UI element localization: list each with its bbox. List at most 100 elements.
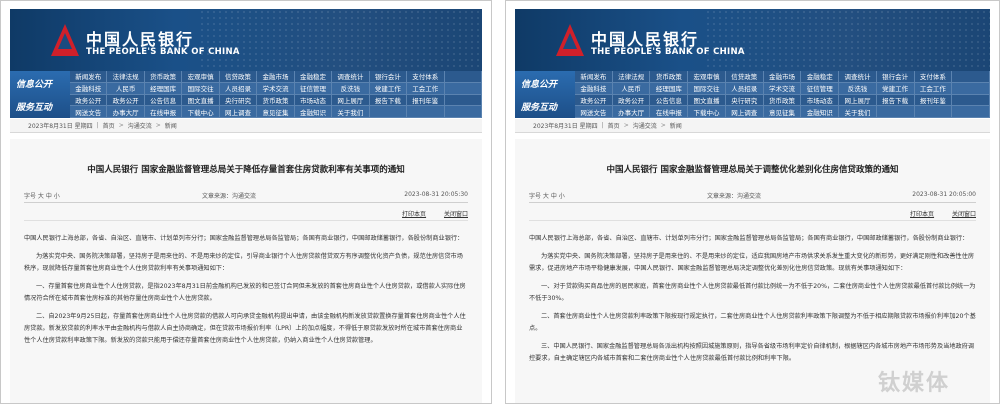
nav-link[interactable]: 货币政策 [257, 94, 295, 107]
nav-link[interactable]: 人员招录 [725, 82, 764, 95]
nav-link[interactable]: 金融科技 [70, 82, 108, 95]
breadcrumb-current[interactable]: 新闻 [165, 121, 177, 130]
tmtpost-watermark: 钛媒体 [877, 371, 950, 396]
nav-link[interactable]: 网送文告 [575, 106, 613, 118]
article-paragraph: 一、存量首套住房商业性个人住房贷款，是指2023年8月31日前金融机构已发放的和… [24, 283, 466, 302]
nav-link[interactable]: 人民币 [107, 82, 145, 95]
breadcrumb-current[interactable]: 新闻 [670, 121, 682, 130]
nav-spacer [876, 106, 915, 118]
nav-link[interactable]: 信贷政策 [219, 71, 258, 83]
nav-link[interactable]: 政务公开 [70, 94, 108, 107]
close-window-link[interactable]: 关闭窗口 [444, 211, 468, 218]
nav-link[interactable]: 反洗钱 [332, 82, 370, 95]
article-body: 中国人民银行上海总部，各省、自治区、直辖市、计划单列市分行；国家金融监督管理总局… [24, 233, 468, 353]
nav-link[interactable]: 网上展厅 [332, 94, 370, 107]
nav-link[interactable]: 国际交往 [688, 82, 726, 95]
pboc-logo[interactable]: 中国人民银行 THE PEOPLE'S BANK OF CHINA [555, 23, 855, 63]
nav-link[interactable]: 图文直播 [182, 94, 220, 107]
nav-link[interactable]: 宏观审慎 [182, 71, 220, 83]
nav-link[interactable]: 调查统计 [332, 71, 370, 83]
nav-link[interactable]: 央行研究 [725, 94, 764, 107]
nav-link[interactable]: 银行会计 [369, 71, 408, 83]
nav-link[interactable]: 网上展厅 [839, 94, 877, 107]
nav-link[interactable]: 办事大厅 [107, 106, 145, 118]
nav-link[interactable]: 货币政策 [763, 94, 802, 107]
nav-link[interactable]: 党建工作 [369, 82, 408, 95]
nav-link[interactable]: 经理国库 [650, 82, 689, 95]
nav-link[interactable]: 征信管理 [294, 82, 333, 95]
nav-side-label-info[interactable]: 信息公开 [521, 77, 557, 90]
print-page-link[interactable]: 打印本页 [402, 211, 426, 218]
nav-link[interactable]: 金融知识 [801, 106, 840, 118]
nav-link[interactable]: 货币政策 [144, 71, 183, 83]
nav-link[interactable]: 信贷政策 [725, 71, 764, 83]
breadcrumb-home[interactable]: 首页 [608, 121, 620, 130]
nav-link[interactable]: 报刊年鉴 [407, 94, 445, 107]
nav-link[interactable]: 工会工作 [407, 82, 445, 95]
nav-link[interactable]: 金融市场 [763, 71, 802, 83]
nav-link[interactable]: 关于我们 [839, 106, 877, 118]
nav-link[interactable]: 人民币 [612, 82, 651, 95]
nav-link[interactable]: 网上调查 [725, 106, 764, 118]
nav-link[interactable]: 新闻发布 [575, 71, 613, 83]
nav-link[interactable]: 金融稳定 [801, 71, 840, 83]
nav-link[interactable]: 学术交流 [257, 82, 295, 95]
nav-link[interactable]: 市场动态 [801, 94, 840, 107]
nav-link[interactable]: 报刊年鉴 [914, 94, 953, 107]
nav-link[interactable]: 经理国库 [144, 82, 183, 95]
nav-link[interactable]: 人员招录 [219, 82, 258, 95]
nav-link[interactable]: 报告下载 [876, 94, 915, 107]
nav-link[interactable]: 工会工作 [914, 82, 953, 95]
nav-link[interactable]: 反洗钱 [839, 82, 877, 95]
nav-link[interactable]: 网送文告 [70, 106, 108, 118]
nav-link[interactable]: 金融科技 [575, 82, 613, 95]
nav-link[interactable]: 网上调查 [219, 106, 258, 118]
nav-link[interactable]: 下载中心 [688, 106, 726, 118]
nav-link[interactable]: 金融稳定 [294, 71, 333, 83]
nav-link[interactable]: 政务公开 [575, 94, 613, 107]
nav-link[interactable]: 办事大厅 [612, 106, 651, 118]
breadcrumb-section[interactable]: 沟通交流 [128, 121, 152, 130]
nav-link[interactable]: 货币政策 [650, 71, 689, 83]
breadcrumb-home[interactable]: 首页 [103, 121, 115, 130]
nav-link[interactable]: 政务公开 [612, 94, 651, 107]
nav-link[interactable]: 金融市场 [257, 71, 295, 83]
nav-link[interactable]: 下载中心 [182, 106, 220, 118]
nav-link[interactable]: 公告信息 [144, 94, 183, 107]
nav-side-label-service[interactable]: 服务互动 [521, 100, 557, 113]
nav-link[interactable]: 支付体系 [407, 71, 445, 83]
nav-side-label-info[interactable]: 信息公开 [16, 77, 52, 90]
nav-side-label-service[interactable]: 服务互动 [16, 100, 52, 113]
font-size-controls[interactable]: 字号 大 中 小 [24, 191, 60, 200]
print-page-link[interactable]: 打印本页 [910, 211, 934, 218]
nav-link[interactable]: 政务公开 [107, 94, 145, 107]
nav-link[interactable]: 央行研究 [219, 94, 258, 107]
nav-link[interactable]: 市场动态 [294, 94, 333, 107]
nav-link[interactable]: 新闻发布 [70, 71, 108, 83]
pboc-logo[interactable]: 中国人民银行 THE PEOPLE'S BANK OF CHINA [50, 23, 350, 63]
breadcrumb-section[interactable]: 沟通交流 [633, 121, 657, 130]
nav-link[interactable]: 党建工作 [876, 82, 915, 95]
nav-link[interactable]: 征信管理 [801, 82, 840, 95]
nav-link[interactable]: 意见征集 [257, 106, 295, 118]
nav-link[interactable]: 法律法规 [612, 71, 651, 83]
nav-link[interactable]: 金融知识 [294, 106, 333, 118]
nav-spacer [444, 106, 482, 118]
nav-link[interactable]: 在线申报 [144, 106, 183, 118]
nav-link[interactable]: 调查统计 [839, 71, 877, 83]
nav-link[interactable]: 银行会计 [876, 71, 915, 83]
nav-link[interactable]: 意见征集 [763, 106, 802, 118]
nav-link[interactable]: 图文直播 [688, 94, 726, 107]
font-size-controls[interactable]: 字号 大 中 小 [529, 191, 565, 200]
nav-link[interactable]: 学术交流 [763, 82, 802, 95]
nav-link[interactable]: 在线申报 [650, 106, 689, 118]
nav-link[interactable]: 报告下载 [369, 94, 408, 107]
nav-link[interactable]: 支付体系 [914, 71, 953, 83]
nav-link[interactable]: 公告信息 [650, 94, 689, 107]
nav-link[interactable]: 法律法规 [107, 71, 145, 83]
close-window-link[interactable]: 关闭窗口 [952, 211, 976, 218]
nav-link[interactable]: 国际交往 [182, 82, 220, 95]
breadcrumb-separator: > [155, 122, 161, 129]
nav-link[interactable]: 宏观审慎 [688, 71, 726, 83]
nav-link[interactable]: 关于我们 [332, 106, 370, 118]
